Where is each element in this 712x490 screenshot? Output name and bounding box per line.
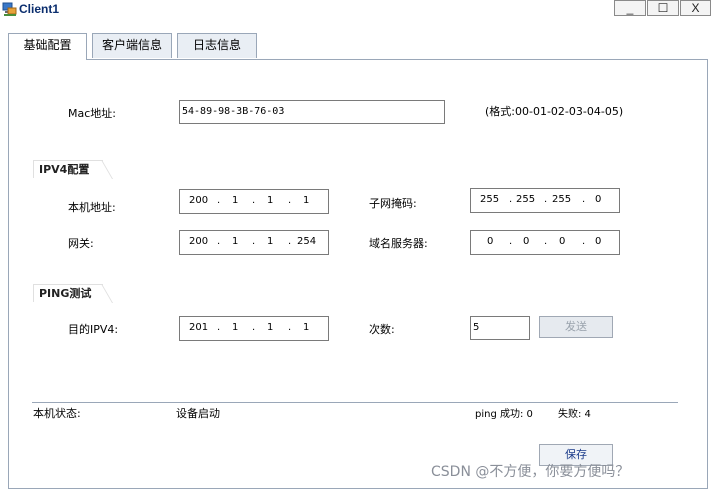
dest-octet-2: 1 bbox=[232, 322, 239, 333]
ip-dot: . bbox=[217, 195, 221, 206]
ping-count-label: 次数: bbox=[369, 323, 395, 336]
dest-octet-4: 1 bbox=[303, 322, 310, 333]
mask-octet-4: 0 bbox=[595, 194, 602, 205]
dns-octet-4: 0 bbox=[595, 236, 602, 247]
ip-dot: . bbox=[288, 322, 292, 333]
dns-octet-1: 0 bbox=[487, 236, 494, 247]
dest-octet-1: 201 bbox=[189, 322, 209, 333]
tab-basic-config[interactable]: 基础配置 bbox=[8, 33, 87, 60]
ip-dot: . bbox=[217, 236, 221, 247]
mac-format-hint: (格式:00-01-02-03-04-05) bbox=[485, 105, 624, 118]
dns-server-label: 域名服务器: bbox=[369, 237, 428, 250]
ping-success-count: ping 成功: 0 bbox=[475, 409, 533, 420]
send-button[interactable]: 发送 bbox=[539, 316, 613, 338]
dest-ipv4-label: 目的IPV4: bbox=[68, 323, 119, 336]
ping-fail-count: 失败: 4 bbox=[558, 409, 591, 420]
ip-dot: . bbox=[582, 236, 586, 247]
ip-address-label: 本机地址: bbox=[68, 201, 116, 214]
subnet-mask-input[interactable]: 255 . 255 . 255 . 0 bbox=[470, 188, 620, 213]
tab-log-info[interactable]: 日志信息 bbox=[177, 33, 257, 58]
ip-octet-1: 200 bbox=[189, 195, 209, 206]
ip-dot: . bbox=[252, 195, 256, 206]
minimize-button[interactable]: _ bbox=[614, 0, 646, 16]
ip-dot: . bbox=[217, 322, 221, 333]
gw-octet-3: 1 bbox=[267, 236, 274, 247]
gw-octet-4: 254 bbox=[297, 236, 317, 247]
watermark-text: CSDN @不方便，你要方便吗？ bbox=[431, 464, 630, 480]
ip-address-input[interactable]: 200 . 1 . 1 . 1 bbox=[179, 189, 329, 214]
ip-dot: . bbox=[582, 194, 586, 205]
maximize-button[interactable]: ☐ bbox=[647, 0, 679, 16]
tab-client-info[interactable]: 客户端信息 bbox=[92, 33, 172, 58]
ping-count-input[interactable]: 5 bbox=[470, 316, 530, 340]
ping-group-title: PING测试 bbox=[33, 284, 103, 302]
close-button[interactable]: X bbox=[680, 0, 711, 16]
dest-octet-3: 1 bbox=[267, 322, 274, 333]
ip-dot: . bbox=[544, 194, 548, 205]
gw-octet-1: 200 bbox=[189, 236, 209, 247]
ip-dot: . bbox=[288, 195, 292, 206]
ip-dot: . bbox=[509, 194, 513, 205]
mac-address-input[interactable]: 54-89-98-3B-76-03 bbox=[179, 100, 445, 124]
ip-octet-4: 1 bbox=[303, 195, 310, 206]
window-title: Client1 bbox=[19, 2, 60, 16]
network-client-icon bbox=[2, 2, 17, 16]
gateway-input[interactable]: 200 . 1 . 1 . 254 bbox=[179, 230, 329, 255]
ip-dot: . bbox=[252, 236, 256, 247]
title-bar: Client1 _ ☐ X bbox=[0, 0, 712, 20]
mask-octet-3: 255 bbox=[552, 194, 572, 205]
dns-octet-2: 0 bbox=[523, 236, 530, 247]
gw-octet-2: 1 bbox=[232, 236, 239, 247]
mac-label: Mac地址: bbox=[68, 107, 116, 120]
dns-octet-3: 0 bbox=[559, 236, 566, 247]
status-divider bbox=[32, 402, 678, 403]
ip-octet-3: 1 bbox=[267, 195, 274, 206]
ip-octet-2: 1 bbox=[232, 195, 239, 206]
status-label: 本机状态: bbox=[33, 407, 81, 420]
gateway-label: 网关: bbox=[68, 237, 94, 250]
ip-dot: . bbox=[509, 236, 513, 247]
subnet-mask-label: 子网掩码: bbox=[369, 197, 417, 210]
dest-ipv4-input[interactable]: 201 . 1 . 1 . 1 bbox=[179, 316, 329, 341]
dns-server-input[interactable]: 0 . 0 . 0 . 0 bbox=[470, 230, 620, 255]
ip-dot: . bbox=[288, 236, 292, 247]
mask-octet-1: 255 bbox=[480, 194, 500, 205]
status-value: 设备启动 bbox=[176, 407, 220, 420]
ipv4-group-title: IPV4配置 bbox=[33, 160, 103, 178]
mask-octet-2: 255 bbox=[516, 194, 536, 205]
ip-dot: . bbox=[252, 322, 256, 333]
ip-dot: . bbox=[544, 236, 548, 247]
